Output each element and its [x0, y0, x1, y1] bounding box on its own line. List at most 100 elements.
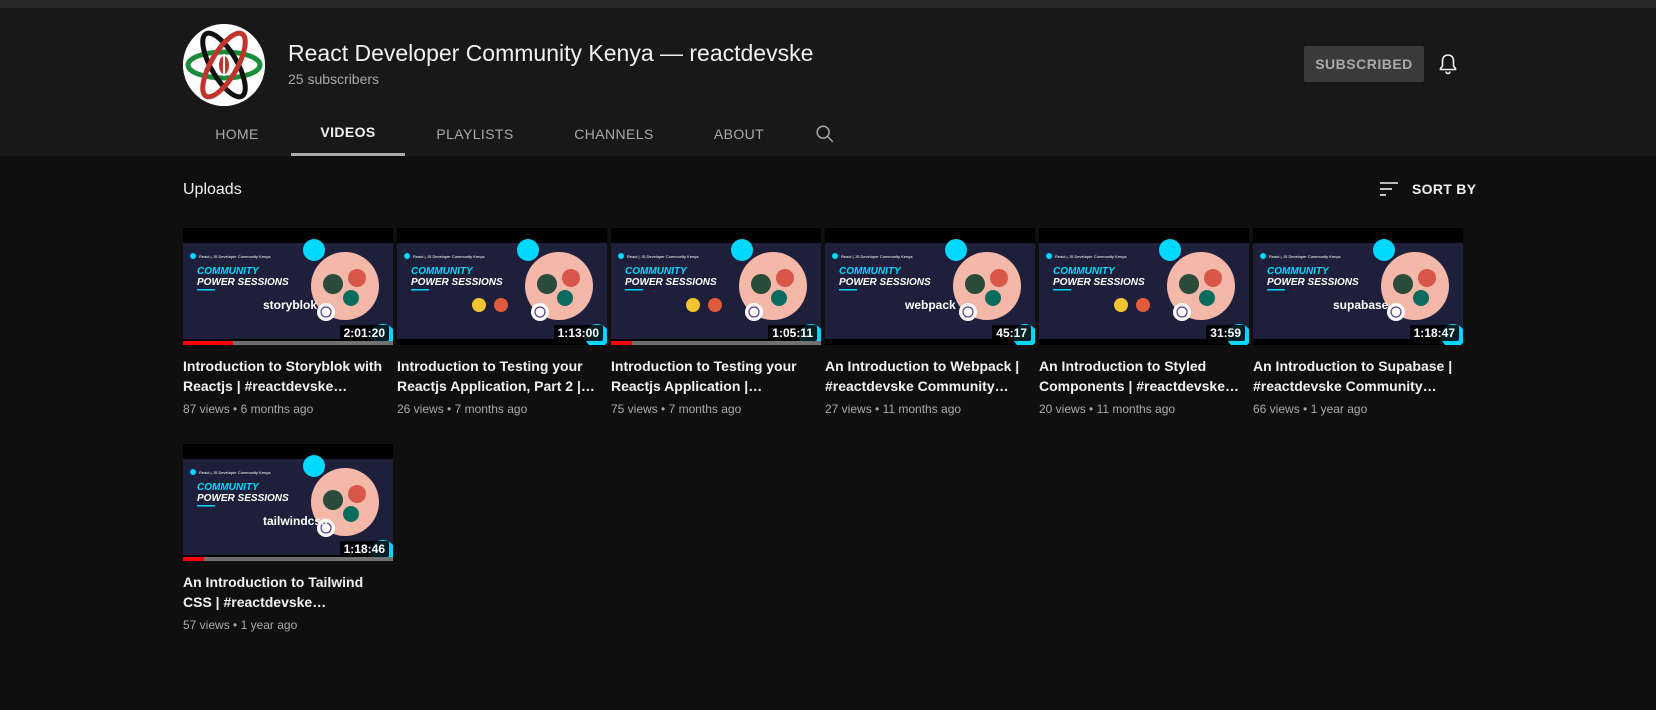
channel-title: React Developer Community Kenya — reactd…: [288, 40, 814, 66]
channel-tabs: HOME VIDEOS PLAYLISTS CHANNELS ABOUT: [183, 111, 845, 156]
channel-avatar[interactable]: [183, 24, 265, 106]
video-age: 6 months ago: [240, 402, 314, 416]
tab-playlists[interactable]: PLAYLISTS: [405, 111, 545, 156]
video-views: 66 views: [1253, 402, 1300, 416]
watch-progress: [183, 557, 393, 561]
video-duration: 1:18:47: [1409, 325, 1459, 341]
video-meta: 75 views • 7 months ago: [611, 402, 821, 416]
meta-separator: •: [229, 402, 241, 416]
video-views: 57 views: [183, 618, 230, 632]
thumbnail-brand: React | JS Developer Community Kenya: [1269, 254, 1341, 259]
video-age: 1 year ago: [1310, 402, 1368, 416]
thumbnail-line1: COMMUNITY: [197, 482, 260, 493]
thumbnail-logo-text: tailwindcss: [263, 514, 328, 528]
video-age: 7 months ago: [668, 402, 742, 416]
thumbnail-brand: React | JS Developer Community Kenya: [841, 254, 913, 259]
video-title[interactable]: An Introduction to Supabase | #reactdevs…: [1253, 356, 1463, 396]
video-thumbnail[interactable]: React | JS Developer Community Kenya COMM…: [611, 228, 821, 345]
video-card[interactable]: React | JS Developer Community Kenya COMM…: [1253, 228, 1463, 416]
tab-home[interactable]: HOME: [183, 111, 291, 156]
thumbnail-line1: COMMUNITY: [1053, 266, 1116, 277]
video-views: 20 views: [1039, 402, 1086, 416]
tab-videos[interactable]: VIDEOS: [291, 111, 405, 156]
thumbnail-logo-text: supabase: [1333, 298, 1389, 312]
meta-separator: •: [657, 402, 669, 416]
subscribed-button[interactable]: SUBSCRIBED: [1304, 46, 1424, 82]
meta-separator: •: [1299, 402, 1311, 416]
video-meta: 26 views • 7 months ago: [397, 402, 607, 416]
thumbnail-line2: POWER SESSIONS: [197, 493, 289, 504]
video-title[interactable]: Introduction to Testing your Reactjs App…: [397, 356, 607, 396]
thumbnail-logo-text: webpack: [904, 298, 956, 312]
sort-by-button[interactable]: SORT BY: [1378, 180, 1476, 198]
channel-header: React Developer Community Kenya — reactd…: [0, 8, 1656, 156]
video-title[interactable]: Introduction to Storyblok with Reactjs |…: [183, 356, 393, 396]
sort-by-label: SORT BY: [1412, 181, 1477, 197]
thumbnail-line1: COMMUNITY: [625, 266, 688, 277]
thumbnail-line1: COMMUNITY: [839, 266, 902, 277]
video-meta: 20 views • 11 months ago: [1039, 402, 1249, 416]
thumbnail-logo-text: storyblok: [263, 298, 317, 312]
thumbnail-line1: COMMUNITY: [1267, 266, 1330, 277]
search-icon: [816, 124, 834, 142]
video-thumbnail[interactable]: React | JS Developer Community Kenya COMM…: [1039, 228, 1249, 345]
tab-channels[interactable]: CHANNELS: [545, 111, 683, 156]
video-meta: 27 views • 11 months ago: [825, 402, 1035, 416]
video-card[interactable]: React | JS Developer Community Kenya COMM…: [611, 228, 821, 416]
thumbnail-line1: COMMUNITY: [411, 266, 474, 277]
sort-icon: [1380, 182, 1398, 196]
video-title[interactable]: An Introduction to Webpack | #reactdevsk…: [825, 356, 1035, 396]
video-views: 75 views: [611, 402, 658, 416]
video-thumbnail[interactable]: React | JS Developer Community Kenya COMM…: [397, 228, 607, 345]
video-thumbnail[interactable]: React | JS Developer Community Kenya COMM…: [825, 228, 1035, 345]
video-thumbnail[interactable]: React | JS Developer Community Kenya COMM…: [183, 444, 393, 561]
video-age: 7 months ago: [454, 402, 528, 416]
thumbnail-brand: React | JS Developer Community Kenya: [199, 470, 271, 475]
channel-search-button[interactable]: [805, 111, 845, 156]
bell-icon[interactable]: [1436, 52, 1460, 76]
video-duration: 31:59: [1206, 325, 1245, 341]
thumbnail-line2: POWER SESSIONS: [1053, 277, 1145, 288]
video-duration: 1:05:11: [768, 325, 817, 341]
video-age: 11 months ago: [882, 402, 962, 416]
video-card[interactable]: React | JS Developer Community Kenya COMM…: [825, 228, 1035, 416]
uploads-heading: Uploads: [183, 181, 242, 198]
watch-progress: [611, 341, 821, 345]
video-title[interactable]: An Introduction to Tailwind CSS | #react…: [183, 572, 393, 612]
video-title[interactable]: An Introduction to Styled Components | #…: [1039, 356, 1249, 396]
video-thumbnail[interactable]: React | JS Developer Community Kenya COMM…: [1253, 228, 1463, 345]
video-meta: 57 views • 1 year ago: [183, 618, 393, 632]
video-age: 1 year ago: [240, 618, 298, 632]
video-duration: 45:17: [992, 325, 1031, 341]
thumbnail-line2: POWER SESSIONS: [197, 277, 289, 288]
meta-separator: •: [229, 618, 241, 632]
watch-progress: [183, 341, 393, 345]
thumbnail-brand: React | JS Developer Community Kenya: [1055, 254, 1127, 259]
thumbnail-brand: React | JS Developer Community Kenya: [627, 254, 699, 259]
thumbnail-line2: POWER SESSIONS: [411, 277, 503, 288]
video-duration: 1:18:46: [339, 541, 389, 557]
video-card[interactable]: React | JS Developer Community Kenya COMM…: [1039, 228, 1249, 416]
subscriber-count: 25 subscribers: [288, 71, 380, 87]
top-bar: [0, 0, 1656, 8]
video-views: 27 views: [825, 402, 872, 416]
video-card[interactable]: React | JS Developer Community Kenya COMM…: [183, 444, 393, 632]
meta-separator: •: [871, 402, 883, 416]
video-duration: 1:13:00: [553, 325, 603, 341]
video-card[interactable]: React | JS Developer Community Kenya COMM…: [397, 228, 607, 416]
tab-about[interactable]: ABOUT: [683, 111, 795, 156]
video-age: 11 months ago: [1096, 402, 1176, 416]
video-card[interactable]: React | JS Developer Community Kenya COMM…: [183, 228, 393, 416]
video-views: 87 views: [183, 402, 230, 416]
meta-separator: •: [1085, 402, 1097, 416]
video-meta: 87 views • 6 months ago: [183, 402, 393, 416]
video-views: 26 views: [397, 402, 444, 416]
thumbnail-brand: React | JS Developer Community Kenya: [199, 254, 271, 259]
meta-separator: •: [443, 402, 455, 416]
video-meta: 66 views • 1 year ago: [1253, 402, 1463, 416]
video-title[interactable]: Introduction to Testing your Reactjs App…: [611, 356, 821, 396]
video-thumbnail[interactable]: React | JS Developer Community Kenya COMM…: [183, 228, 393, 345]
thumbnail-brand: React | JS Developer Community Kenya: [413, 254, 485, 259]
video-duration: 2:01:20: [339, 325, 389, 341]
thumbnail-line2: POWER SESSIONS: [1267, 277, 1359, 288]
